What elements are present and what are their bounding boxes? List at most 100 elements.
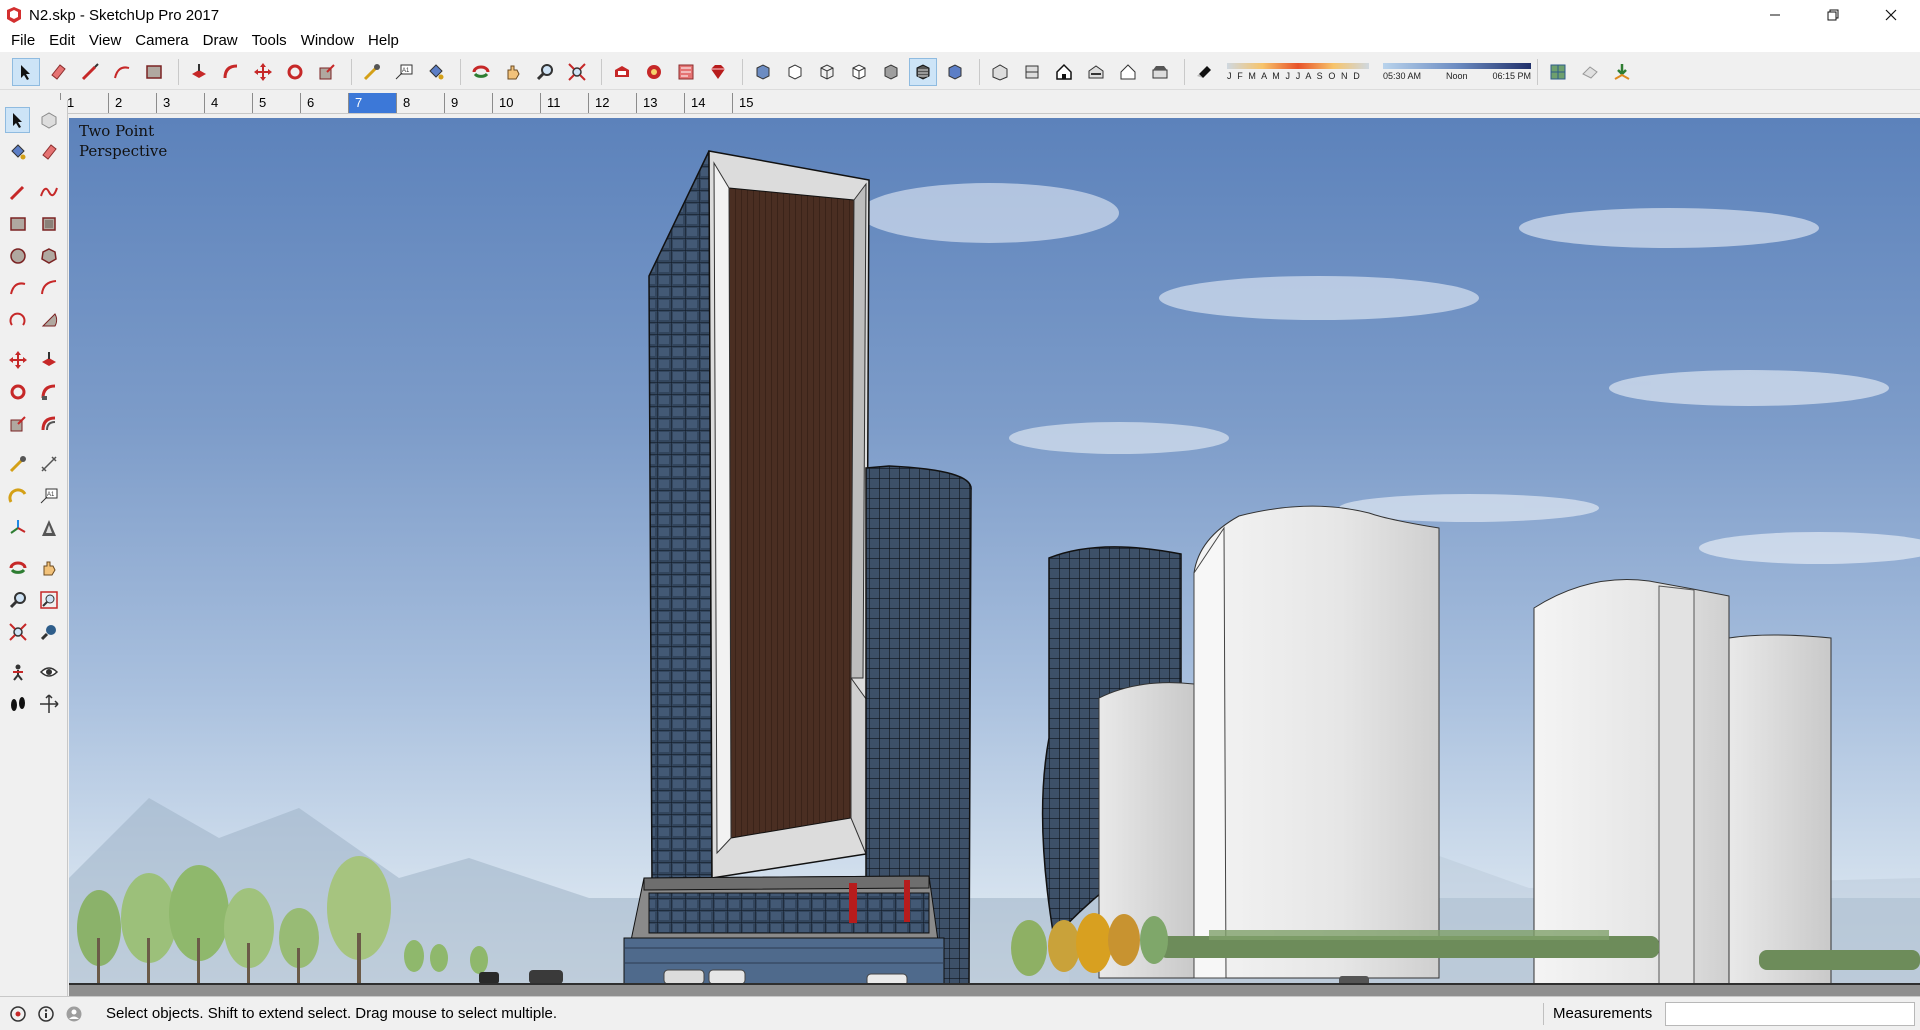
minimize-button[interactable] [1746,0,1804,30]
scene-tab-3[interactable]: 3 [156,92,204,113]
arc-tool-button[interactable] [108,58,136,86]
geo-location-status-button[interactable] [8,1004,28,1024]
scene-tab-11[interactable]: 11 [540,92,588,113]
arc-tool-button[interactable] [5,275,30,301]
axes-tool-button[interactable] [5,515,30,541]
warehouse-button[interactable] [608,58,636,86]
zoom-extents-tool-button[interactable] [5,619,30,645]
move-tool-button[interactable] [5,347,30,373]
two-point-arc-tool-button[interactable] [36,275,61,301]
scene-tab-6[interactable]: 6 [300,92,348,113]
tape-measure-tool-button[interactable] [5,451,30,477]
shadows-toggle-button[interactable] [1191,58,1219,86]
wireframe-style-button[interactable] [813,58,841,86]
back-edges-style-button[interactable] [781,58,809,86]
rectangle-tool-button[interactable] [140,58,168,86]
menu-draw[interactable]: Draw [196,30,245,52]
restore-button[interactable] [1804,0,1862,30]
eraser-tool-button[interactable] [36,139,61,165]
shadow-time-track[interactable] [1383,62,1531,69]
menu-camera[interactable]: Camera [128,30,195,52]
zoom-extents-tool-button[interactable] [563,58,591,86]
close-button[interactable] [1862,0,1920,30]
follow-me-tool-button[interactable] [217,58,245,86]
three-point-arc-tool-button[interactable] [5,307,30,333]
layout-button[interactable] [672,58,700,86]
select-tool-button[interactable] [5,107,31,133]
scene-tab-13[interactable]: 13 [636,92,684,113]
rectangle-tool-button[interactable] [5,211,30,237]
text-tool-button[interactable]: A1 [36,483,61,509]
top-view-button[interactable] [1018,58,1046,86]
move-tool-button[interactable] [249,58,277,86]
pie-tool-button[interactable] [36,307,61,333]
polygon-tool-button[interactable] [36,243,61,269]
rotate-tool-button[interactable] [5,379,30,405]
zoom-tool-button[interactable] [5,587,30,613]
rotated-rectangle-tool-button[interactable] [36,211,61,237]
rotate-tool-button[interactable] [281,58,309,86]
menu-file[interactable]: File [4,30,42,52]
scene-tab-4[interactable]: 4 [204,92,252,113]
scene-tab-9[interactable]: 9 [444,92,492,113]
credits-status-button[interactable] [36,1004,56,1024]
scene-tab-8[interactable]: 8 [396,92,444,113]
look-around-tool-button[interactable] [36,659,61,685]
geo-location-button[interactable] [1544,58,1572,86]
position-camera-tool-button[interactable] [5,659,30,685]
back-view-button[interactable] [1114,58,1142,86]
scene-tab-2[interactable]: 2 [108,92,156,113]
model-viewport[interactable]: Two Point Perspective [69,118,1920,996]
walk-tool-button[interactable] [5,691,30,717]
zoom-tool-button[interactable] [531,58,559,86]
text-tool-button[interactable]: A1 [390,58,418,86]
right-view-button[interactable] [1082,58,1110,86]
monochrome-style-button[interactable] [941,58,969,86]
shadow-date-track[interactable] [1227,62,1369,69]
zoom-window-tool-button[interactable] [36,587,61,613]
user-status-button[interactable] [64,1004,84,1024]
menu-edit[interactable]: Edit [42,30,82,52]
scene-tab-5[interactable]: 5 [252,92,300,113]
paint-bucket-tool-button[interactable] [5,139,30,165]
scene-tab-14[interactable]: 14 [684,92,732,113]
push-pull-tool-button[interactable] [185,58,213,86]
orbit-tool-button[interactable] [5,555,30,581]
shadow-date-slider[interactable]: J F M A M J J A S O N D [1227,62,1369,81]
scale-tool-button[interactable] [313,58,341,86]
scene-tab-7[interactable]: 7 [348,92,396,113]
scene-tab-15[interactable]: 15 [732,92,780,113]
protractor-tool-button[interactable] [5,483,30,509]
scene-tab-10[interactable]: 10 [492,92,540,113]
menu-tools[interactable]: Tools [245,30,294,52]
measurements-input[interactable] [1665,1002,1915,1026]
freehand-tool-button[interactable] [36,179,61,205]
paint-bucket-tool-button[interactable] [422,58,450,86]
make-component-tool-button[interactable] [36,107,61,133]
3d-text-tool-button[interactable] [36,515,61,541]
extension-warehouse-button[interactable] [640,58,668,86]
eraser-tool-button[interactable] [44,58,72,86]
scene-tab-12[interactable]: 12 [588,92,636,113]
menu-view[interactable]: View [82,30,128,52]
toggle-terrain-button[interactable] [1608,58,1636,86]
left-view-button[interactable] [1146,58,1174,86]
menu-window[interactable]: Window [294,30,361,52]
select-tool-button[interactable] [12,57,40,86]
previous-view-tool-button[interactable] [36,619,61,645]
line-tool-button[interactable] [76,58,104,86]
scale-tool-button[interactable] [5,411,30,437]
menu-help[interactable]: Help [361,30,406,52]
pan-tool-button[interactable] [499,58,527,86]
shaded-textures-style-button[interactable] [909,57,937,86]
iso-view-button[interactable] [986,58,1014,86]
front-view-button[interactable] [1050,58,1078,86]
xray-style-button[interactable] [749,58,777,86]
pan-tool-button[interactable] [36,555,61,581]
shadow-time-slider[interactable]: 05:30 AM Noon 06:15 PM [1383,62,1531,81]
add-location-button[interactable] [1576,58,1604,86]
offset-tool-button[interactable] [36,411,61,437]
hidden-line-style-button[interactable] [845,58,873,86]
circle-tool-button[interactable] [5,243,30,269]
dimension-tool-button[interactable] [36,451,61,477]
